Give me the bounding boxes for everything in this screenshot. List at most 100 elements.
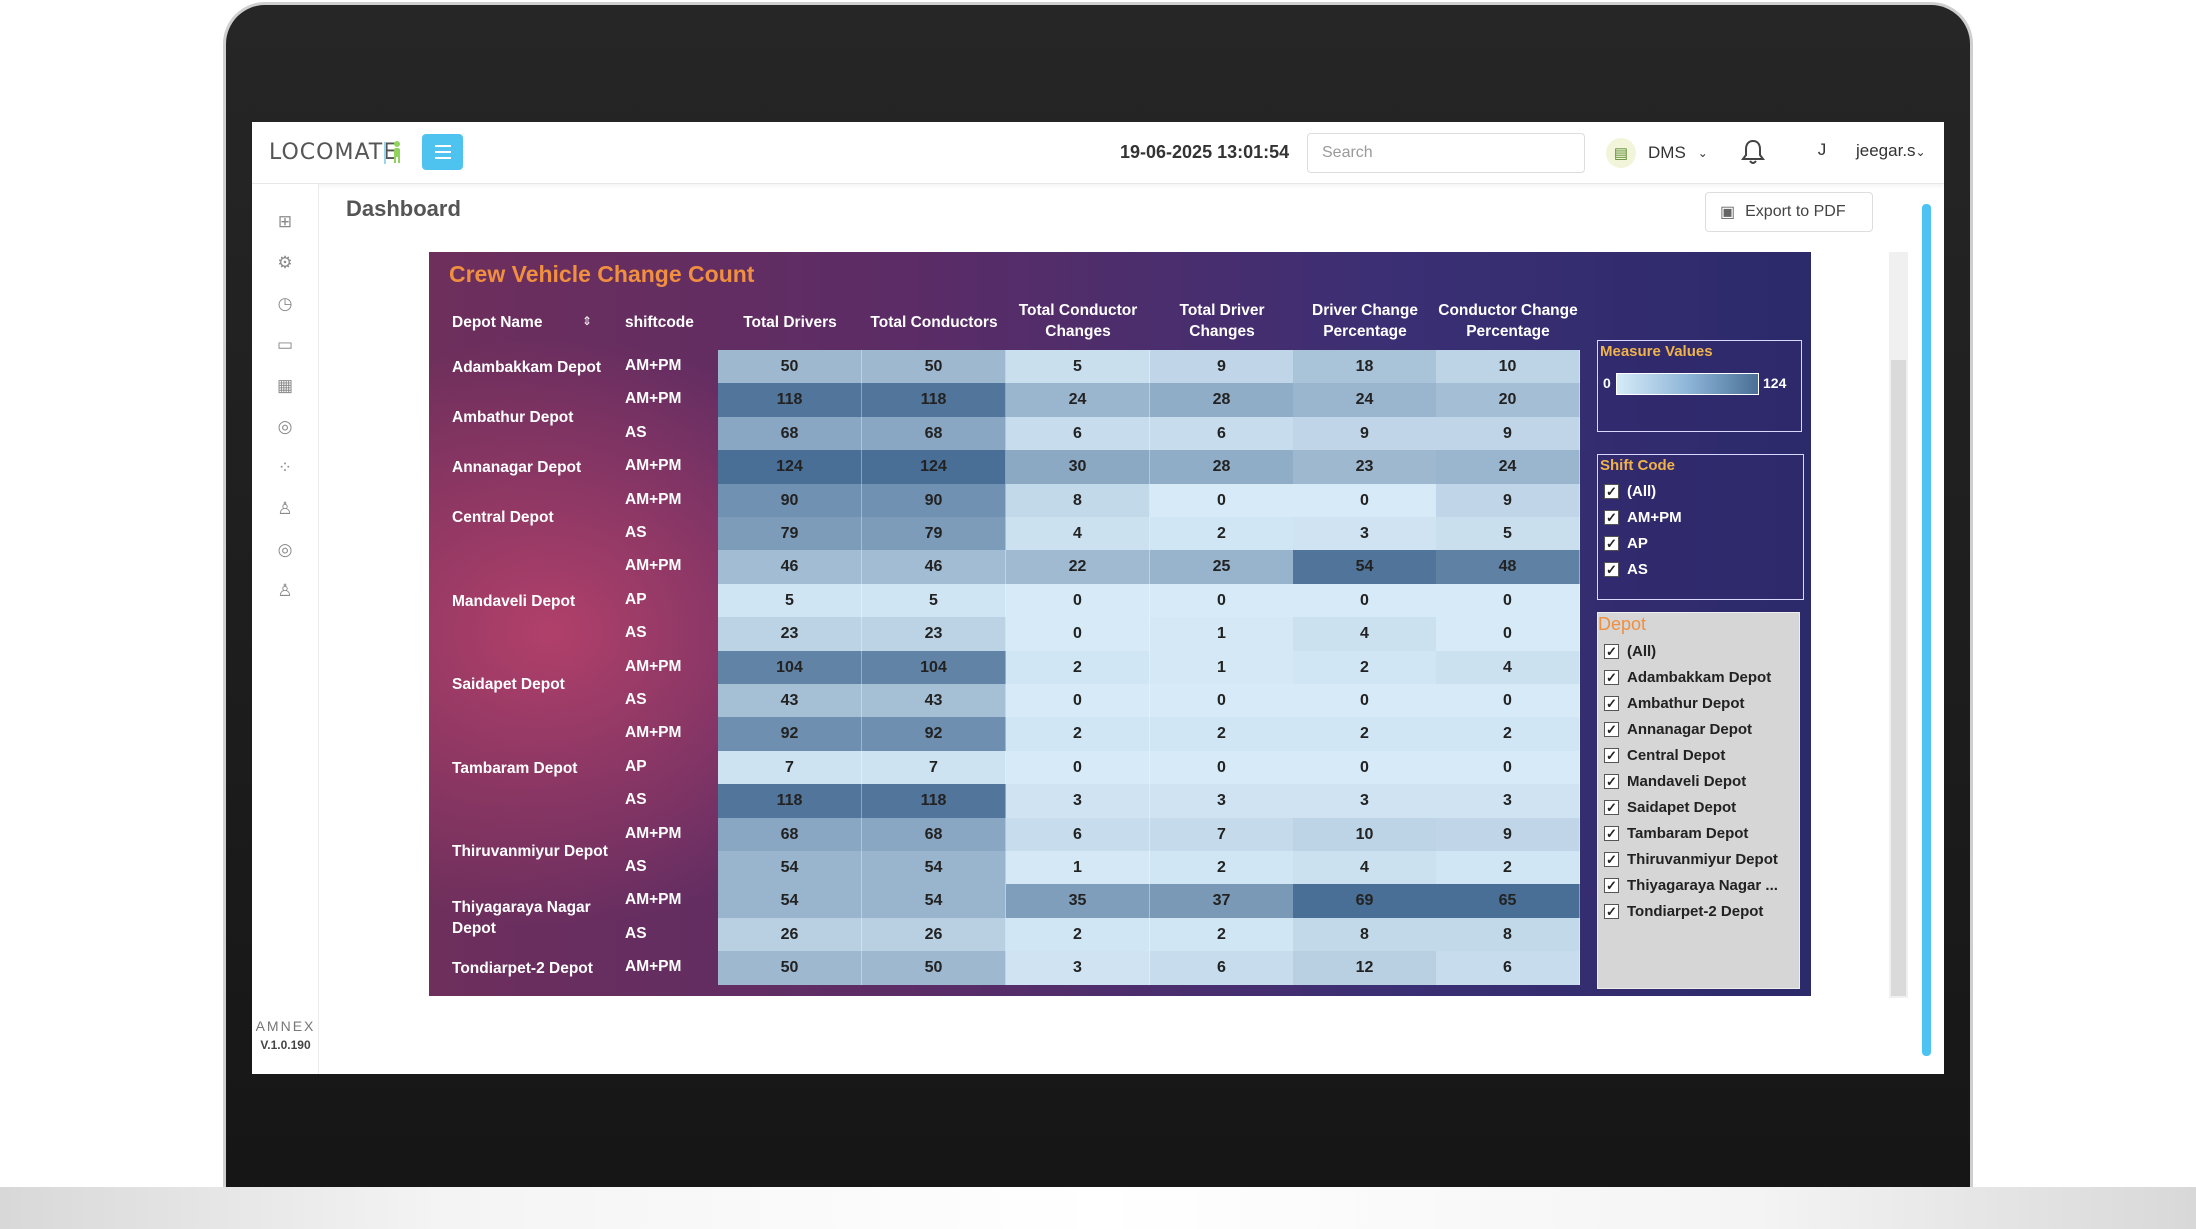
column-header[interactable]: Total Conductors [862, 312, 1006, 333]
table-cell[interactable]: 2 [1006, 650, 1150, 684]
table-cell[interactable]: 0 [1293, 684, 1437, 718]
table-cell[interactable]: 54 [862, 851, 1006, 885]
checkbox-icon[interactable]: ✓ [1604, 748, 1619, 763]
column-header[interactable]: Depot Name [452, 312, 542, 333]
table-cell[interactable]: 6 [1006, 416, 1150, 451]
depot-filter-option[interactable]: ✓ Annanagar Depot [1604, 721, 1752, 738]
user-menu[interactable]: jeegar.s⌄ [1856, 141, 1926, 161]
user-icon[interactable]: ♙ [274, 580, 296, 602]
table-cell[interactable]: 4 [1436, 650, 1580, 684]
depot-filter-option[interactable]: ✓ Thiruvanmiyur Depot [1604, 851, 1778, 868]
table-cell[interactable]: 124 [862, 450, 1006, 484]
table-cell[interactable]: 43 [862, 684, 1006, 718]
table-cell[interactable]: 22 [1006, 550, 1150, 584]
export-pdf-button[interactable]: ▣ Export to PDF [1705, 192, 1873, 232]
clock-icon[interactable]: ◷ [274, 293, 296, 315]
table-cell[interactable]: 50 [862, 951, 1006, 985]
shift-filter-option[interactable]: ✓ AS [1604, 561, 1648, 578]
table-cell[interactable]: 43 [718, 684, 862, 718]
table-cell[interactable]: 2 [1150, 851, 1294, 885]
table-cell[interactable]: 3 [1006, 784, 1150, 818]
table-cell[interactable]: 35 [1006, 884, 1150, 918]
checkbox-icon[interactable]: ✓ [1604, 826, 1619, 841]
table-cell[interactable]: 50 [862, 350, 1006, 384]
table-cell[interactable]: 69 [1293, 884, 1437, 918]
table-cell[interactable]: 68 [718, 416, 862, 451]
table-cell[interactable]: 8 [1436, 917, 1580, 952]
table-cell[interactable]: 5 [1006, 350, 1150, 384]
shift-filter-option[interactable]: ✓ AP [1604, 535, 1648, 552]
table-cell[interactable]: 23 [718, 617, 862, 651]
table-cell[interactable]: 10 [1436, 350, 1580, 384]
table-cell[interactable]: 37 [1150, 884, 1294, 918]
table-cell[interactable]: 28 [1150, 450, 1294, 484]
table-cell[interactable]: 5 [718, 583, 862, 618]
table-cell[interactable]: 24 [1436, 450, 1580, 484]
table-cell[interactable]: 4 [1293, 851, 1437, 885]
table-cell[interactable]: 2 [1150, 917, 1294, 952]
table-cell[interactable]: 7 [718, 750, 862, 785]
table-cell[interactable]: 6 [1436, 951, 1580, 985]
checkbox-icon[interactable]: ✓ [1604, 510, 1619, 525]
table-cell[interactable]: 0 [1436, 617, 1580, 651]
table-cell[interactable]: 25 [1150, 550, 1294, 584]
route-search-icon[interactable]: ◎ [274, 416, 296, 438]
table-cell[interactable]: 23 [1293, 450, 1437, 484]
table-cell[interactable]: 0 [1293, 750, 1437, 785]
table-cell[interactable]: 46 [718, 550, 862, 584]
checkbox-icon[interactable]: ✓ [1604, 904, 1619, 919]
table-cell[interactable]: 6 [1150, 416, 1294, 451]
table-cell[interactable]: 124 [718, 450, 862, 484]
table-cell[interactable]: 3 [1293, 784, 1437, 818]
table-cell[interactable]: 2 [1150, 717, 1294, 751]
table-cell[interactable]: 118 [862, 383, 1006, 417]
depot-filter-option[interactable]: ✓ Adambakkam Depot [1604, 669, 1771, 686]
table-cell[interactable]: 7 [1150, 817, 1294, 851]
table-cell[interactable]: 0 [1293, 583, 1437, 618]
table-cell[interactable]: 18 [1293, 350, 1437, 384]
table-cell[interactable]: 50 [718, 350, 862, 384]
checkbox-icon[interactable]: ✓ [1604, 774, 1619, 789]
table-cell[interactable]: 24 [1006, 383, 1150, 417]
table-cell[interactable]: 48 [1436, 550, 1580, 584]
depot-filter-option[interactable]: ✓ Tondiarpet-2 Depot [1604, 903, 1763, 920]
table-cell[interactable]: 1 [1150, 617, 1294, 651]
table-cell[interactable]: 26 [862, 917, 1006, 952]
column-header[interactable]: Conductor Change Percentage [1436, 300, 1580, 342]
depot-filter-option[interactable]: ✓ Mandaveli Depot [1604, 773, 1746, 790]
page-scrollbar[interactable] [1922, 204, 1931, 1056]
avatar[interactable]: J [1810, 140, 1834, 164]
checkbox-icon[interactable]: ✓ [1604, 696, 1619, 711]
column-header[interactable]: Total Drivers [718, 312, 862, 333]
checkbox-icon[interactable]: ✓ [1604, 484, 1619, 499]
table-cell[interactable]: 68 [718, 817, 862, 851]
table-cell[interactable]: 104 [862, 650, 1006, 684]
checkbox-icon[interactable]: ✓ [1604, 536, 1619, 551]
report-icon[interactable]: ▦ [274, 375, 296, 397]
column-header[interactable]: Total Conductor Changes [1006, 300, 1150, 342]
table-cell[interactable]: 118 [862, 784, 1006, 818]
table-cell[interactable]: 79 [718, 517, 862, 551]
table-cell[interactable]: 30 [1006, 450, 1150, 484]
table-cell[interactable]: 26 [718, 917, 862, 952]
table-cell[interactable]: 79 [862, 517, 1006, 551]
table-cell[interactable]: 7 [862, 750, 1006, 785]
table-cell[interactable]: 9 [1436, 416, 1580, 451]
table-cell[interactable]: 3 [1150, 784, 1294, 818]
table-cell[interactable]: 0 [1436, 684, 1580, 718]
table-cell[interactable]: 68 [862, 416, 1006, 451]
hamburger-menu-button[interactable] [422, 134, 463, 170]
table-cell[interactable]: 10 [1293, 817, 1437, 851]
checkbox-icon[interactable]: ✓ [1604, 644, 1619, 659]
table-cell[interactable]: 8 [1293, 917, 1437, 952]
search-input[interactable] [1307, 133, 1585, 173]
table-cell[interactable]: 0 [1150, 583, 1294, 618]
table-cell[interactable]: 0 [1150, 684, 1294, 718]
depot-filter-option[interactable]: ✓ (All) [1604, 643, 1656, 660]
table-cell[interactable]: 2 [1436, 717, 1580, 751]
table-cell[interactable]: 3 [1293, 517, 1437, 551]
table-cell[interactable]: 0 [1150, 750, 1294, 785]
depot-filter-option[interactable]: ✓ Ambathur Depot [1604, 695, 1745, 712]
table-cell[interactable]: 28 [1150, 383, 1294, 417]
table-cell[interactable]: 4 [1006, 517, 1150, 551]
